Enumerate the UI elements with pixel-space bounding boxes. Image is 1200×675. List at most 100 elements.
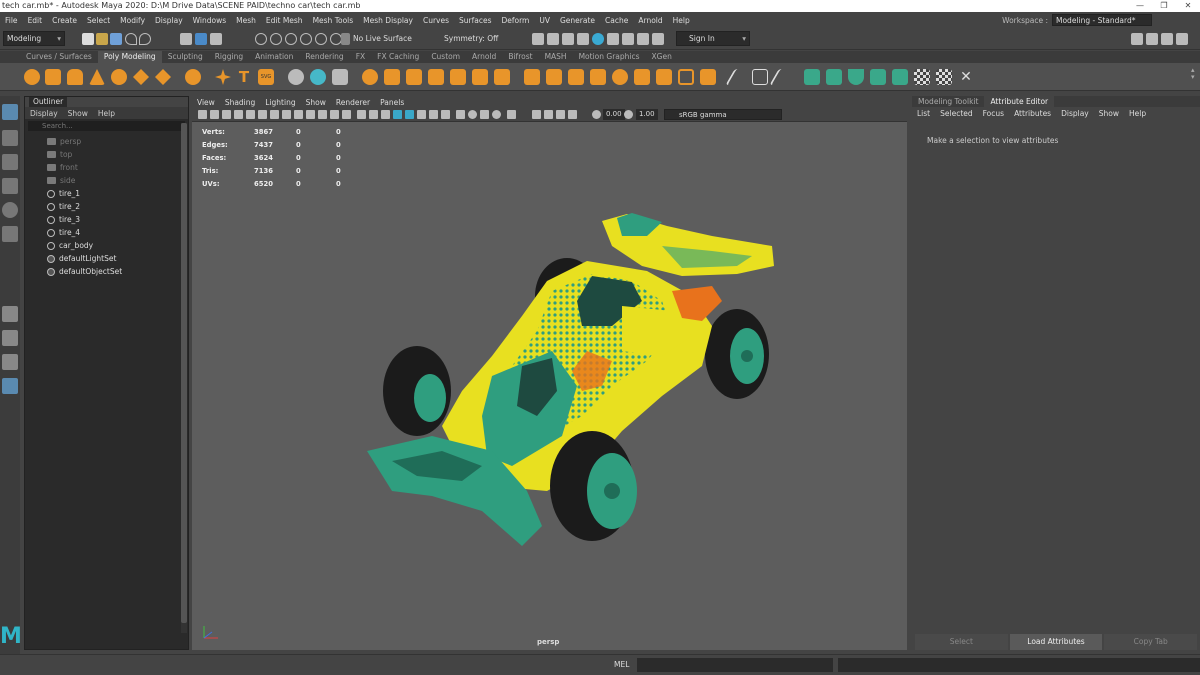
outliner-menu-help[interactable]: Help bbox=[93, 109, 120, 118]
type-text-icon[interactable]: T bbox=[236, 69, 252, 85]
menu-generate[interactable]: Generate bbox=[555, 16, 600, 25]
sculpt-brush-icon[interactable] bbox=[769, 69, 795, 85]
snap-to-surface-icon[interactable] bbox=[315, 33, 327, 45]
menu-windows[interactable]: Windows bbox=[188, 16, 231, 25]
menu-mesh-tools[interactable]: Mesh Tools bbox=[308, 16, 359, 25]
outliner-item-tire-3[interactable]: tire_3 bbox=[25, 213, 188, 226]
quad-draw-icon[interactable] bbox=[590, 69, 606, 85]
render-view-icon[interactable] bbox=[562, 33, 574, 45]
checker-map-icon[interactable] bbox=[914, 69, 930, 85]
menu-surfaces[interactable]: Surfaces bbox=[454, 16, 496, 25]
render-current-frame-icon[interactable] bbox=[532, 33, 544, 45]
toggle-attribute-editor-icon[interactable] bbox=[1146, 33, 1158, 45]
menu-help[interactable]: Help bbox=[668, 16, 695, 25]
menu-uv[interactable]: UV bbox=[534, 16, 555, 25]
single-perspective-view-icon[interactable] bbox=[2, 306, 18, 322]
target-weld-icon[interactable] bbox=[612, 69, 628, 85]
menu-create[interactable]: Create bbox=[47, 16, 82, 25]
attr-menu-help[interactable]: Help bbox=[1124, 109, 1151, 118]
outliner-menu-show[interactable]: Show bbox=[63, 109, 93, 118]
four-view-icon[interactable] bbox=[2, 330, 18, 346]
save-scene-icon[interactable] bbox=[110, 33, 122, 45]
menu-deform[interactable]: Deform bbox=[496, 16, 534, 25]
lasso-tool-icon[interactable] bbox=[2, 130, 18, 146]
shelf-tab-sculpting[interactable]: Sculpting bbox=[162, 51, 209, 63]
attr-menu-selected[interactable]: Selected bbox=[935, 109, 978, 118]
menu-mesh[interactable]: Mesh bbox=[231, 16, 261, 25]
open-scene-icon[interactable] bbox=[96, 33, 108, 45]
menu-select[interactable]: Select bbox=[82, 16, 115, 25]
layout-shortcut-icon[interactable] bbox=[2, 378, 18, 394]
menu-modify[interactable]: Modify bbox=[115, 16, 150, 25]
offset-edge-loop-icon[interactable] bbox=[568, 69, 584, 85]
attr-menu-show[interactable]: Show bbox=[1094, 109, 1124, 118]
knife-icon[interactable] bbox=[725, 69, 751, 85]
outliner-item-tire-4[interactable]: tire_4 bbox=[25, 226, 188, 239]
outliner-item-default-object-set[interactable]: defaultObjectSet bbox=[25, 265, 188, 278]
attr-menu-display[interactable]: Display bbox=[1056, 109, 1094, 118]
command-input[interactable] bbox=[637, 658, 833, 672]
shelf-tab-rigging[interactable]: Rigging bbox=[209, 51, 249, 63]
workspace-dropdown[interactable]: Modeling - Standard* bbox=[1052, 14, 1152, 26]
automatic-map-icon[interactable] bbox=[892, 69, 908, 85]
svg-icon[interactable]: SVG bbox=[258, 69, 274, 85]
undo-icon[interactable] bbox=[125, 33, 137, 45]
poly-cube-icon[interactable] bbox=[45, 69, 61, 85]
toggle-modeling-toolkit-icon[interactable] bbox=[1131, 33, 1143, 45]
separate-icon[interactable] bbox=[310, 69, 326, 85]
arnold-render-view-icon[interactable] bbox=[607, 33, 619, 45]
menu-arnold[interactable]: Arnold bbox=[633, 16, 667, 25]
toggle-channel-box-icon[interactable] bbox=[1176, 33, 1188, 45]
scale-tool-icon[interactable] bbox=[2, 226, 18, 242]
menu-file[interactable]: File bbox=[0, 16, 23, 25]
outliner-item-side[interactable]: side bbox=[25, 174, 188, 187]
circularize-icon[interactable] bbox=[700, 69, 716, 85]
mirror-icon[interactable] bbox=[494, 69, 510, 85]
poly-plane-icon[interactable] bbox=[133, 69, 149, 85]
shelf-tab-motion-graphics[interactable]: Motion Graphics bbox=[573, 51, 646, 63]
ipr-render-icon[interactable] bbox=[547, 33, 559, 45]
poly-disc-icon[interactable] bbox=[155, 69, 171, 85]
select-by-component-type-icon[interactable] bbox=[210, 33, 222, 45]
close-button[interactable]: ✕ bbox=[1176, 0, 1200, 12]
outliner-item-front[interactable]: front bbox=[25, 161, 188, 174]
hypershade-icon[interactable] bbox=[592, 33, 604, 45]
shelf-tab-custom[interactable]: Custom bbox=[425, 51, 466, 63]
shelf-tab-rendering[interactable]: Rendering bbox=[299, 51, 349, 63]
render-settings-icon[interactable] bbox=[577, 33, 589, 45]
super-shape-icon[interactable] bbox=[215, 69, 231, 85]
shelf-tab-mash[interactable]: MASH bbox=[539, 51, 573, 63]
menu-display[interactable]: Display bbox=[150, 16, 188, 25]
outliner-search-input[interactable]: Search... bbox=[28, 121, 185, 131]
menu-mesh-display[interactable]: Mesh Display bbox=[358, 16, 418, 25]
load-attributes-button[interactable]: Load Attributes bbox=[1009, 634, 1103, 650]
uv-editor-icon[interactable] bbox=[804, 69, 820, 85]
outliner-item-tire-1[interactable]: tire_1 bbox=[25, 187, 188, 200]
move-tool-icon[interactable] bbox=[2, 178, 18, 194]
poke-icon[interactable] bbox=[656, 69, 672, 85]
shelf-tab-poly-modeling[interactable]: Poly Modeling bbox=[97, 51, 162, 63]
combine-icon[interactable] bbox=[288, 69, 304, 85]
poly-torus-icon[interactable] bbox=[111, 69, 127, 85]
make-live-icon[interactable] bbox=[341, 33, 350, 45]
tab-attribute-editor[interactable]: Attribute Editor bbox=[984, 96, 1055, 107]
snap-to-grid-icon[interactable] bbox=[255, 33, 267, 45]
shelf-tab-fx-caching[interactable]: FX Caching bbox=[371, 51, 425, 63]
shelf-tab-fx[interactable]: FX bbox=[350, 51, 371, 63]
menu-set-dropdown[interactable]: Modeling bbox=[3, 31, 65, 46]
cut-sew-uv-icon[interactable]: ✕ bbox=[958, 69, 974, 85]
menu-curves[interactable]: Curves bbox=[418, 16, 454, 25]
spherical-map-icon[interactable] bbox=[870, 69, 886, 85]
connect-icon[interactable] bbox=[634, 69, 650, 85]
minimize-button[interactable]: — bbox=[1128, 0, 1152, 12]
tab-modeling-toolkit[interactable]: Modeling Toolkit bbox=[912, 96, 984, 107]
select-tool-icon[interactable] bbox=[2, 104, 18, 120]
texture-checker-icon[interactable] bbox=[936, 69, 952, 85]
new-scene-icon[interactable] bbox=[82, 33, 94, 45]
outliner-scroll-thumb[interactable] bbox=[181, 123, 187, 623]
menu-cache[interactable]: Cache bbox=[600, 16, 633, 25]
rotate-tool-icon[interactable] bbox=[2, 202, 18, 218]
append-to-polygon-icon[interactable] bbox=[428, 69, 444, 85]
shelf-tab-xgen[interactable]: XGen bbox=[646, 51, 678, 63]
poly-cylinder-icon[interactable] bbox=[67, 69, 83, 85]
